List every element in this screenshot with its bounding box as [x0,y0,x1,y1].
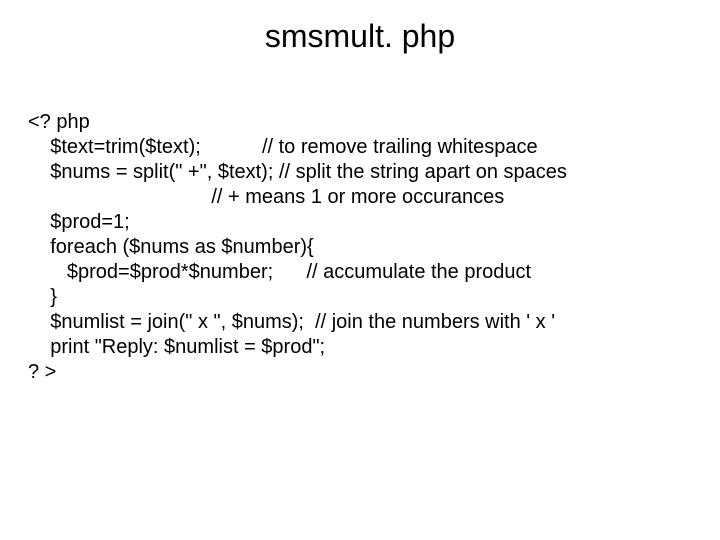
code-block: <? php $text=trim($text); // to remove t… [0,85,720,410]
code-line: $numlist = join(" x ", $nums); // join t… [28,311,555,333]
code-line: } [28,286,57,308]
code-line: <? php [28,111,90,133]
code-line: foreach ($nums as $number){ [28,236,314,258]
code-line: print "Reply: $numlist = $prod"; [28,336,325,358]
code-line: $prod=$prod*$number; // accumulate the p… [28,261,531,283]
code-line: $prod=1; [28,211,130,233]
code-line: ? > [28,361,56,383]
code-line: // + means 1 or more occurances [28,186,504,208]
slide-title: smsmult. php [0,0,720,85]
slide: smsmult. php <? php $text=trim($text); /… [0,0,720,540]
code-line: $nums = split(" +", $text); // split the… [28,161,567,183]
code-line: $text=trim($text); // to remove trailing… [28,136,538,158]
